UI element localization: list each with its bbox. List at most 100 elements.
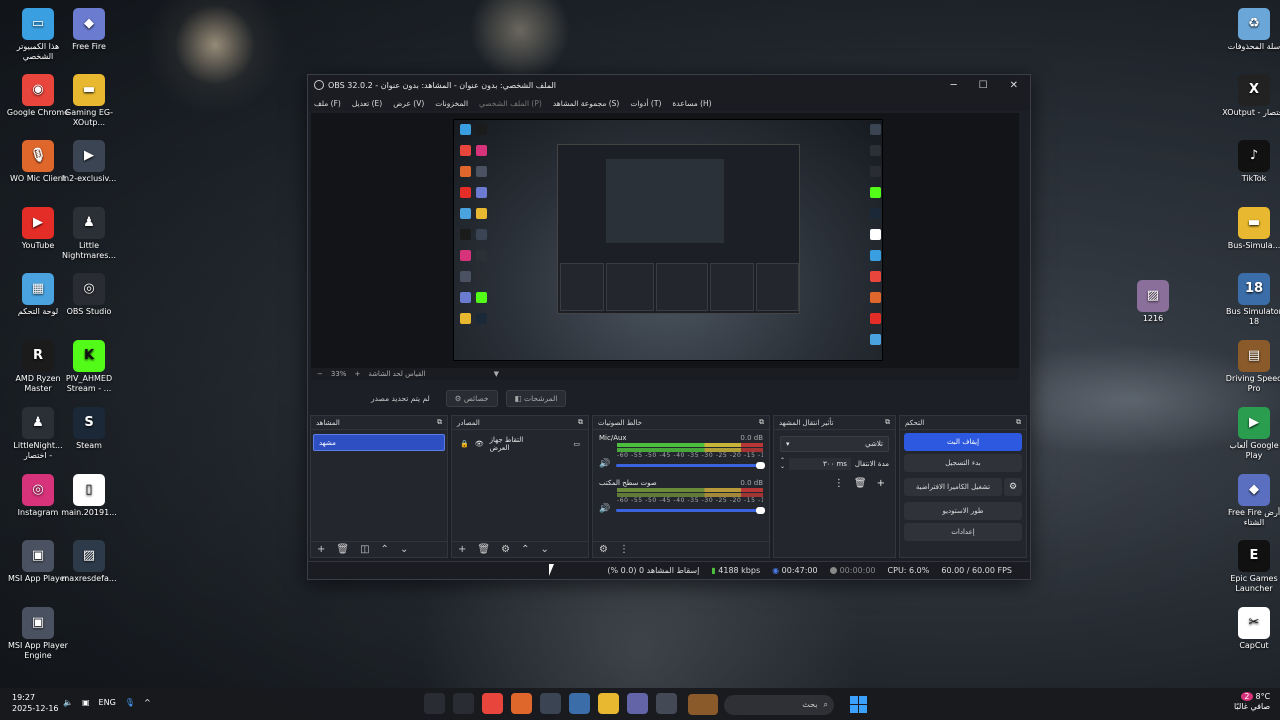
network-icon[interactable]: ▣ (82, 698, 90, 707)
speaker-icon[interactable]: 🔊 (599, 504, 610, 514)
desktop-shortcut[interactable]: 18 Bus Simulator 18 (1221, 273, 1280, 327)
windows-start-icon[interactable] (850, 696, 867, 713)
scale-label[interactable]: القياس لحد الشاشة (368, 370, 425, 378)
language-indicator[interactable]: ENG (99, 698, 116, 707)
transition-select[interactable]: ▾ تلاشي (780, 436, 889, 452)
eye-icon[interactable]: 👁 (475, 440, 484, 448)
dock-undock-icon[interactable]: ⧉ (885, 418, 890, 427)
chevron-up-icon[interactable]: ^ (144, 698, 151, 707)
settings-button[interactable]: إعدادات (904, 523, 1022, 541)
add-transition-button[interactable]: + (877, 478, 885, 489)
desktop-shortcut[interactable]: ▨ maxresdefa... (56, 540, 122, 584)
wo-mic-taskbar-icon[interactable] (511, 693, 532, 714)
studio-mode-button[interactable]: طور الاستوديو (904, 502, 1022, 520)
desktop-shortcut[interactable]: ▤ Driving Speed Pro (1221, 340, 1280, 394)
properties-button[interactable]: ⚙ خصائص (445, 389, 498, 407)
widgets-icon[interactable] (688, 694, 718, 715)
menu-item[interactable]: الملف الشخصي (P) (479, 99, 542, 108)
move-down-button[interactable]: ⌄ (540, 544, 548, 555)
maximize-button[interactable]: ☐ (979, 80, 988, 91)
weather-widget[interactable]: 2 8°C صافي غالبًا (1234, 692, 1270, 712)
volume-slider[interactable] (616, 461, 765, 469)
menu-item[interactable]: مجموعة المشاهد (S) (553, 99, 620, 108)
menu-item[interactable]: المخزونات (435, 99, 468, 108)
close-button[interactable]: ✕ (1010, 80, 1018, 91)
clock[interactable]: 19:27 2025-12-16 (12, 692, 59, 714)
desktop-shortcut[interactable]: ♪ TikTok (1221, 140, 1280, 184)
remove-transition-button[interactable]: 🗑 (854, 478, 867, 489)
scene-item[interactable]: مشهد (313, 434, 445, 451)
duration-spinner-icon[interactable]: ⌃ ⌄ (780, 458, 785, 470)
store-icon[interactable] (569, 693, 590, 714)
desktop-shortcut[interactable]: ▶ ألعاب Google Play (1221, 407, 1280, 461)
desktop-shortcut[interactable]: S Steam (56, 407, 122, 451)
dock-undock-icon[interactable]: ⧉ (437, 418, 442, 427)
desktop-shortcut[interactable]: ▣ MSI App Player Engine (5, 607, 71, 661)
menu-item[interactable]: تعديل (E) (352, 99, 382, 108)
menu-item[interactable]: عرض (V) (393, 99, 424, 108)
more-options-icon[interactable]: ⋮ (619, 544, 629, 555)
chrome-taskbar-icon[interactable] (482, 693, 503, 714)
mixer-settings-icon[interactable]: ⚙ (599, 544, 608, 555)
desktop-shortcut[interactable]: ◎ OBS Studio (56, 273, 122, 317)
duration-value[interactable]: ٣٠٠ ms (789, 458, 851, 470)
preview-canvas[interactable] (453, 119, 883, 361)
remove-scene-button[interactable]: 🗑 (336, 544, 349, 555)
virtual-camera-button[interactable]: تشغيل الكاميرا الافتراضية (904, 478, 1002, 496)
move-up-button[interactable]: ⌃ (521, 544, 529, 555)
desktop-shortcut[interactable]: ♟ Little Nightmares... (56, 207, 122, 261)
remove-source-button[interactable]: 🗑 (477, 544, 490, 555)
desktop-shortcut[interactable]: ▯ main.20191... (56, 474, 122, 518)
menu-item[interactable]: أدوات (T) (630, 99, 661, 108)
steam-icon: S (73, 407, 105, 439)
speaker-icon[interactable]: 🔊 (599, 459, 610, 469)
terminal-icon[interactable] (540, 693, 561, 714)
desktop-shortcut[interactable]: ▬ Gaming EG-XOutp... (56, 74, 122, 128)
scene-filters-button[interactable]: ◫ (360, 544, 369, 555)
window-icon[interactable] (656, 693, 677, 714)
source-settings-button[interactable]: ⚙ (501, 544, 510, 555)
start-recording-button[interactable]: بدء التسجيل (904, 454, 1022, 472)
desktop-shortcut[interactable]: E Epic Games Launcher (1221, 540, 1280, 594)
desktop-shortcut[interactable]: ▶ In2-exclusiv... (56, 140, 122, 184)
gear-icon[interactable]: ⚙ (1004, 478, 1022, 496)
menu-item[interactable]: ملف (F) (314, 99, 341, 108)
search-box[interactable]: بحث ⌕ (724, 694, 834, 715)
zoom-out-button[interactable]: − (317, 370, 323, 378)
dock-undock-icon[interactable]: ⧉ (759, 418, 764, 427)
stop-stream-button[interactable]: إيقاف البث (904, 433, 1022, 451)
more-options-icon[interactable]: ⋮ (834, 478, 844, 489)
desktop-shortcut[interactable]: ✂ CapCut (1221, 607, 1280, 651)
preview-area[interactable] (311, 113, 1019, 368)
chevron-down-icon[interactable]: ▼ (494, 370, 499, 378)
desktop-shortcut[interactable]: ◆ Free Fire أرض الشتاء (1221, 474, 1280, 528)
notification-badge: 2 (1241, 692, 1253, 701)
obs-recording-icon[interactable] (453, 693, 474, 714)
add-source-button[interactable]: + (458, 544, 466, 555)
add-scene-button[interactable]: + (317, 544, 325, 555)
explorer-icon[interactable] (598, 693, 619, 714)
minimize-button[interactable]: ─ (951, 80, 957, 91)
desktop-shortcut[interactable]: ◆ Free Fire (56, 8, 122, 52)
desktop-shortcut[interactable]: ▨ 1216 (1120, 280, 1186, 324)
dock-undock-icon[interactable]: ⧉ (1016, 418, 1021, 427)
microphone-tray-icon[interactable]: 🎙 (125, 698, 135, 707)
desktop-shortcut[interactable]: ♻ سلة المحذوفات (1221, 8, 1280, 52)
obs-taskbar-icon[interactable] (424, 693, 445, 714)
move-down-button[interactable]: ⌄ (400, 544, 408, 555)
desktop-shortcut[interactable]: K PIV_AHMED Stream - ... (56, 340, 122, 394)
filter-icon: ◧ (514, 393, 525, 403)
teams-icon[interactable] (627, 693, 648, 714)
source-row[interactable]: 🔒 👁 التقاط جهاز العرض ▭ (452, 436, 588, 452)
desktop-shortcut[interactable]: ▬ Bus-Simula... (1221, 207, 1280, 251)
zoom-in-button[interactable]: + (354, 370, 360, 378)
volume-icon[interactable]: 🔈 (63, 698, 73, 707)
obs-titlebar[interactable]: OBS 32.0.2 - الملف الشخصي: بدون عنوان - … (308, 75, 1030, 95)
menu-item[interactable]: مساعدة (H) (672, 99, 711, 108)
desktop-shortcut[interactable]: X XOutput - اختصار (1221, 74, 1280, 118)
move-up-button[interactable]: ⌃ (381, 544, 389, 555)
filters-button[interactable]: ◧ المرشحات (505, 389, 567, 407)
volume-slider[interactable] (616, 506, 765, 514)
lock-icon[interactable]: 🔒 (460, 440, 469, 448)
dock-undock-icon[interactable]: ⧉ (578, 418, 583, 427)
